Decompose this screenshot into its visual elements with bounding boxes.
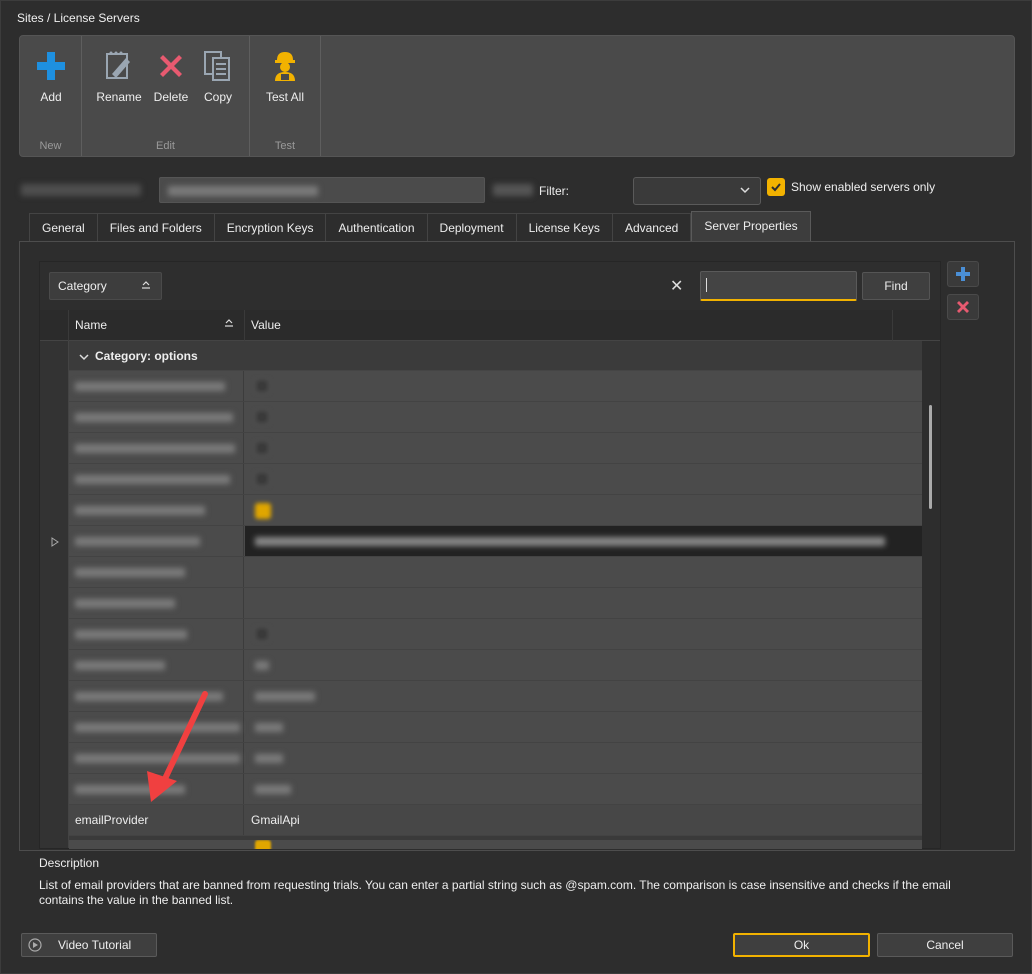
chevron-down-icon (740, 187, 750, 194)
ribbon-group-edit-label: Edit (156, 140, 175, 152)
site-select[interactable] (159, 177, 485, 203)
ribbon-group-test-label: Test (274, 140, 296, 152)
show-enabled-label: Show enabled servers only (791, 180, 936, 194)
copy-button[interactable]: Copy (193, 46, 243, 104)
ok-button[interactable]: Ok (733, 933, 870, 957)
test-all-button-label: Test All (265, 90, 304, 104)
table-row[interactable] (69, 619, 922, 650)
table-row[interactable] (69, 371, 922, 402)
column-header-name[interactable]: Name (69, 310, 245, 341)
tab-advanced[interactable]: Advanced (612, 213, 692, 241)
video-icon (28, 938, 42, 952)
delete-x-icon (160, 55, 182, 77)
filter-select[interactable] (633, 177, 761, 205)
group-by-button[interactable]: Category (49, 272, 162, 300)
plus-icon (37, 52, 65, 80)
delete-button-label: Delete (153, 90, 189, 104)
property-name-cell: emailProvider (69, 805, 244, 835)
test-worker-icon (275, 52, 295, 81)
settings-tabs: General Files and Folders Encryption Key… (29, 211, 811, 242)
tab-files-and-folders[interactable]: Files and Folders (97, 213, 215, 241)
table-row-email-provider[interactable]: emailProvider GmailApi (69, 805, 922, 836)
chevron-down-icon (79, 354, 89, 360)
cancel-button[interactable]: Cancel (877, 933, 1013, 957)
column-header-spacer (893, 310, 940, 341)
table-row[interactable] (69, 464, 922, 495)
table-row[interactable] (69, 774, 922, 805)
table-row[interactable] (69, 526, 922, 557)
ribbon-group-new: Add New (20, 36, 82, 156)
clear-search-icon[interactable]: ✕ (670, 276, 683, 296)
rename-button-label: Rename (96, 90, 142, 104)
add-button-label: Add (40, 90, 62, 104)
text-caret (706, 278, 707, 292)
table-row[interactable] (69, 712, 922, 743)
rename-button[interactable]: Rename (94, 46, 144, 104)
video-tutorial-button[interactable]: Video Tutorial (21, 933, 157, 957)
group-by-label: Category (58, 279, 107, 293)
test-all-button[interactable]: Test All (260, 46, 310, 104)
tab-server-properties[interactable]: Server Properties (691, 211, 811, 242)
site-label-redacted (21, 184, 141, 196)
grid-toolbar: Category ✕ Find (40, 262, 940, 310)
add-property-button[interactable] (947, 261, 979, 287)
tab-deployment[interactable]: Deployment (427, 213, 517, 241)
copy-icon (204, 51, 230, 81)
rename-icon (106, 51, 130, 79)
tab-encryption-keys[interactable]: Encryption Keys (214, 213, 327, 241)
table-row[interactable] (69, 557, 922, 588)
vertical-scrollbar[interactable] (922, 341, 940, 848)
delete-x-icon (957, 301, 969, 313)
remove-property-button[interactable] (947, 294, 979, 320)
description-text: List of email providers that are banned … (39, 878, 951, 907)
table-row[interactable] (69, 681, 922, 712)
column-header-name-label: Name (75, 318, 108, 332)
row-indicator-column (40, 341, 69, 848)
ribbon-toolbar: Add New Rename Delete Copy Edit Test All (19, 35, 1015, 157)
filter-label: Filter: (539, 184, 569, 198)
tab-authentication[interactable]: Authentication (326, 213, 428, 241)
table-row[interactable] (69, 402, 922, 433)
video-tutorial-label: Video Tutorial (58, 938, 132, 952)
row-pointer-icon (51, 537, 59, 547)
table-row[interactable] (69, 650, 922, 681)
category-row[interactable]: Category: options (69, 341, 922, 371)
category-label: Category: options (95, 349, 198, 363)
sort-asc-icon (225, 319, 233, 327)
property-rows: emailProvider GmailApi (69, 371, 922, 836)
scrollbar-thumb[interactable] (929, 405, 932, 509)
row-header-corner (40, 310, 69, 341)
description-title: Description (39, 856, 100, 870)
property-grid: Category ✕ Find Name Value Category: opt… (39, 261, 941, 849)
table-row[interactable] (69, 743, 922, 774)
window-title: Sites / License Servers (17, 11, 140, 25)
sort-asc-icon (142, 281, 150, 289)
checkmark-icon (771, 183, 781, 192)
column-header-value-label: Value (251, 318, 281, 332)
license-servers-window: Sites / License Servers Add New Rename D… (0, 0, 1032, 974)
delete-button[interactable]: Delete (146, 46, 196, 104)
search-input[interactable] (700, 271, 857, 301)
tab-license-keys[interactable]: License Keys (516, 213, 613, 241)
table-row-partial[interactable] (69, 840, 922, 849)
site-extra-redacted (493, 184, 533, 196)
ribbon-group-edit: Rename Delete Copy Edit (82, 36, 250, 156)
table-row[interactable] (69, 495, 922, 526)
column-header-value[interactable]: Value (245, 310, 893, 341)
plus-icon (956, 267, 970, 281)
find-button[interactable]: Find (862, 272, 930, 300)
tab-general[interactable]: General (29, 213, 98, 241)
add-button[interactable]: Add (26, 46, 76, 104)
show-enabled-checkbox[interactable] (767, 178, 785, 196)
ribbon-group-test: Test All Test (250, 36, 321, 156)
copy-button-label: Copy (203, 90, 232, 104)
property-value-cell[interactable]: GmailApi (245, 805, 922, 835)
table-row[interactable] (69, 588, 922, 619)
table-row[interactable] (69, 433, 922, 464)
ribbon-group-new-label: New (39, 140, 62, 152)
